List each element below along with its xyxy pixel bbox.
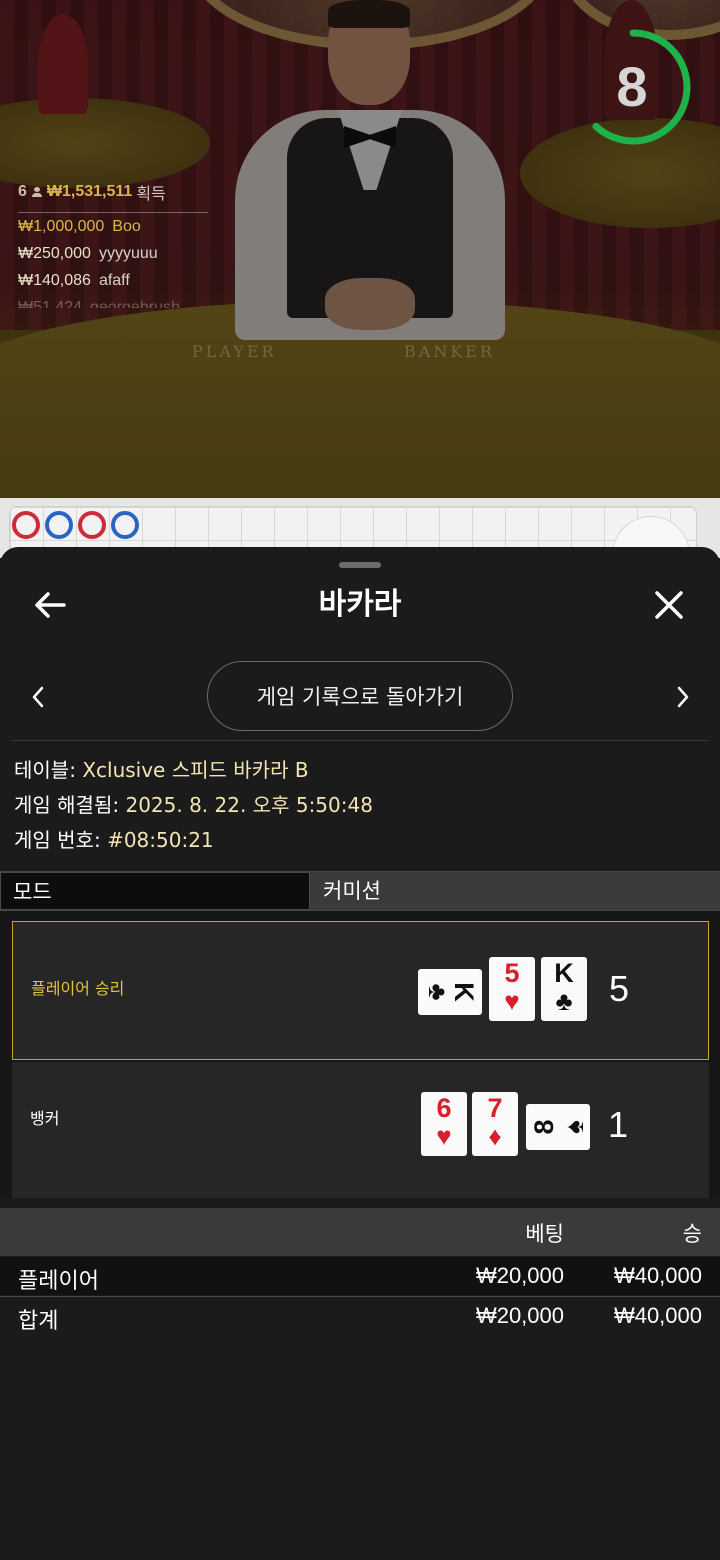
card-rank: 8: [529, 1119, 559, 1135]
table-value: Xclusive 스피드 바카라 B: [82, 758, 309, 782]
winners-total: ₩1,531,511: [46, 183, 133, 200]
game-history-sheet: 바카라 게임 기록으로 돌아가기 테이블: Xclusive 스피드 바카라 B…: [0, 547, 720, 1560]
card-suit: ♠: [559, 1120, 589, 1134]
win-amount: ₩40,000: [613, 1263, 702, 1288]
total-label: 합계: [18, 1309, 59, 1334]
countdown-timer: 8: [575, 26, 695, 148]
card-rank: K: [449, 982, 479, 1002]
previous-round-button[interactable]: [22, 681, 54, 713]
playing-card: ♣ K: [418, 969, 482, 1015]
card-rank: 5: [504, 958, 520, 988]
winners-summary: 6 ₩1,531,511 획득: [18, 180, 208, 213]
resolved-info: 게임 해결됨: 2025. 8. 22. 오후 5:50:48: [14, 788, 373, 823]
winner-name: georgebrush: [90, 299, 180, 308]
close-icon: [655, 591, 683, 619]
back-to-history-button[interactable]: 게임 기록으로 돌아가기: [207, 661, 513, 731]
mode-bar: 모드 커미션: [0, 871, 720, 911]
playing-card: K ♣: [541, 957, 587, 1021]
chevron-left-icon: [32, 686, 44, 708]
game-number-value: #08:50:21: [107, 828, 214, 852]
table-info: 테이블: Xclusive 스피드 바카라 B: [14, 753, 373, 788]
banker-label: 뱅커: [30, 1109, 60, 1128]
round-info: 테이블: Xclusive 스피드 바카라 B 게임 해결됨: 2025. 8.…: [14, 753, 373, 858]
timer-seconds: 8: [616, 55, 648, 118]
winner-row: ₩140,086 afaff: [18, 267, 208, 294]
card-rank: 7: [487, 1093, 503, 1123]
drag-handle[interactable]: [339, 562, 381, 568]
player-score: 5: [609, 968, 630, 1009]
playing-card: 7 ♦: [472, 1092, 518, 1156]
bead-player-win: [78, 511, 106, 539]
divider: [12, 740, 708, 741]
card-suit: ♥: [436, 1121, 452, 1151]
winners-ticker: 6 ₩1,531,511 획득 ₩1,000,000 Boo ₩250,000 …: [18, 180, 208, 308]
bead-banker-win: [111, 511, 139, 539]
round-result: 플레이어 승리 ♣ K 5 ♥ K ♣ 5 뱅커 6 ♥ 7 ♦ 8 ♠ 1: [0, 911, 720, 1198]
back-button[interactable]: [28, 583, 72, 627]
total-row: 합계 ₩20,000 ₩40,000: [0, 1296, 720, 1334]
winner-amount: ₩140,086: [18, 272, 91, 289]
live-video: PLAYER BANKER 8 6 ₩1,531,511 획득 ₩1,000,0…: [0, 0, 720, 498]
game-number-info: 게임 번호: #08:50:21: [14, 823, 373, 858]
history-nav: 게임 기록으로 돌아가기: [0, 661, 720, 733]
winner-row: ₩250,000 yyyyuuu: [18, 240, 208, 267]
table-label: 테이블:: [14, 758, 76, 782]
sheet-title: 바카라: [318, 587, 402, 622]
mode-label: 모드: [0, 872, 310, 910]
player-hand: 플레이어 승리 ♣ K 5 ♥ K ♣ 5: [12, 921, 709, 1060]
mode-value: 커미션: [323, 879, 381, 903]
person-icon: [31, 187, 42, 197]
banker-hand: 뱅커 6 ♥ 7 ♦ 8 ♠ 1: [12, 1062, 709, 1198]
winner-count: 6: [18, 183, 27, 200]
winner-amount: ₩250,000: [18, 245, 91, 262]
bet-amount: ₩20,000: [475, 1263, 564, 1288]
resolved-label: 게임 해결됨:: [14, 793, 120, 817]
card-rank: K: [554, 958, 574, 988]
next-round-button[interactable]: [667, 681, 699, 713]
bets-table-header: 베팅 승: [0, 1208, 720, 1256]
playing-card: 8 ♠: [526, 1104, 590, 1150]
resolved-value: 2025. 8. 22. 오후 5:50:48: [125, 793, 373, 817]
bead-player-win: [12, 511, 40, 539]
playing-card: 5 ♥: [489, 957, 535, 1021]
card-suit: ♥: [504, 986, 520, 1016]
game-number-label: 게임 번호:: [14, 828, 101, 852]
winner-row: ₩1,000,000 Boo: [18, 213, 208, 240]
table-row: 플레이어 ₩20,000 ₩40,000: [0, 1257, 720, 1295]
playing-card: 6 ♥: [421, 1092, 467, 1156]
card-suit: ♣: [555, 986, 573, 1016]
winner-name: Boo: [112, 218, 141, 235]
arrow-left-icon: [35, 592, 66, 618]
winner-name: yyyyuuu: [98, 245, 158, 262]
chevron-right-icon: [677, 686, 689, 708]
card-suit: ♦: [488, 1121, 502, 1151]
bead-banker-win: [45, 511, 73, 539]
card-rank: 6: [436, 1093, 452, 1123]
total-win: ₩40,000: [613, 1303, 702, 1328]
winner-amount: ₩51,424: [18, 299, 83, 308]
banker-score: 1: [608, 1104, 629, 1145]
sheet-header: 바카라: [0, 575, 720, 635]
total-bet: ₩20,000: [475, 1303, 564, 1328]
player-result-label: 플레이어 승리: [31, 979, 125, 998]
winners-label: 획득: [136, 186, 166, 203]
winner-row: ₩51,424 georgebrush: [18, 294, 208, 308]
bet-name: 플레이어: [18, 1269, 99, 1294]
winner-amount: ₩1,000,000: [18, 218, 105, 235]
winner-name: afaff: [98, 272, 130, 289]
column-win: 승: [682, 1222, 702, 1246]
close-button[interactable]: [647, 583, 691, 627]
column-bet: 베팅: [525, 1222, 564, 1246]
